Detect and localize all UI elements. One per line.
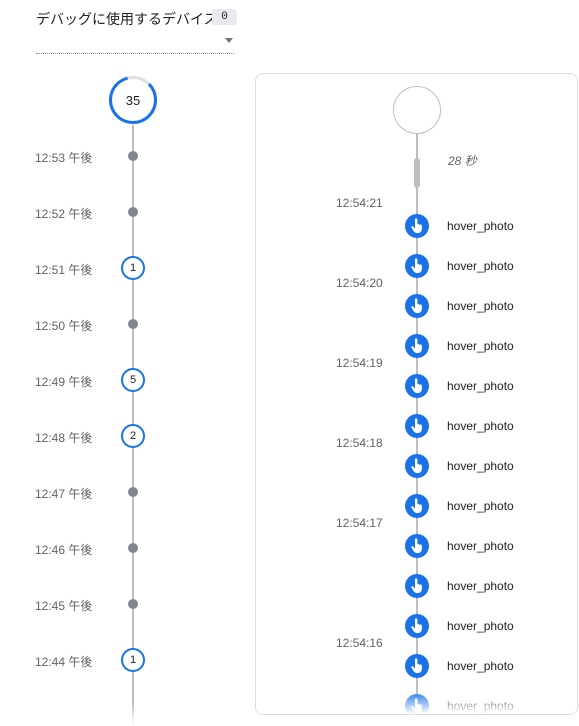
timeline-count-marker[interactable]: 5	[121, 368, 145, 392]
event-name-label[interactable]: hover_photo	[447, 619, 514, 633]
touch-hand-icon[interactable]	[405, 574, 429, 598]
time-gap-bar	[414, 158, 420, 188]
timeline-empty-dot[interactable]	[128, 487, 138, 497]
timeline-empty-dot[interactable]	[128, 543, 138, 553]
dropdown-underline	[36, 53, 234, 54]
event-timestamp: 12:54:19	[336, 356, 383, 370]
event-name-label[interactable]: hover_photo	[447, 339, 514, 353]
timeline-count-marker[interactable]: 1	[121, 648, 145, 672]
debug-device-label: デバッグに使用するデバイス	[36, 11, 218, 27]
timeline-empty-dot[interactable]	[128, 207, 138, 217]
timeline-time-label: 12:51 午後	[35, 263, 93, 277]
timeline-count-marker[interactable]: 2	[121, 424, 145, 448]
touch-hand-icon[interactable]	[405, 614, 429, 638]
timeline-empty-dot[interactable]	[128, 599, 138, 609]
event-name-label[interactable]: hover_photo	[447, 459, 514, 473]
event-name-label[interactable]: hover_photo	[447, 419, 514, 433]
touch-hand-icon[interactable]	[405, 294, 429, 318]
stream-start-circle	[393, 86, 441, 134]
timeline-fade	[0, 700, 250, 726]
chevron-down-icon[interactable]	[225, 38, 233, 43]
event-name-label[interactable]: hover_photo	[447, 499, 514, 513]
touch-hand-icon[interactable]	[405, 214, 429, 238]
touch-hand-icon[interactable]	[405, 454, 429, 478]
timeline-time-label: 12:50 午後	[35, 319, 93, 333]
timeline-time-label: 12:46 午後	[35, 543, 93, 557]
timeline-time-label: 12:49 午後	[35, 375, 93, 389]
timeline-count-marker[interactable]: 1	[121, 256, 145, 280]
timeline-time-label: 12:53 午後	[35, 151, 93, 165]
event-name-label[interactable]: hover_photo	[447, 219, 514, 233]
touch-hand-icon[interactable]	[405, 414, 429, 438]
event-stream-panel: 28 秒 12:54:21 12:54:20 12:54:19 12:54:18 12:…	[255, 73, 578, 715]
total-events-circle[interactable]: 35	[108, 75, 158, 125]
device-dropdown[interactable]	[36, 30, 234, 54]
event-name-label[interactable]: hover_photo	[447, 579, 514, 593]
timeline-time-label: 12:44 午後	[35, 655, 93, 669]
time-gap-label: 28 秒	[448, 154, 477, 168]
event-timestamp: 12:54:18	[336, 436, 383, 450]
event-name-label[interactable]: hover_photo	[447, 379, 514, 393]
timeline-time-label: 12:45 午後	[35, 599, 93, 613]
timeline-time-label: 12:47 午後	[35, 487, 93, 501]
touch-hand-icon[interactable]	[405, 254, 429, 278]
touch-hand-icon[interactable]	[405, 494, 429, 518]
event-name-label[interactable]: hover_photo	[447, 659, 514, 673]
panel-fade	[256, 690, 577, 714]
event-timestamp: 12:54:21	[336, 196, 383, 210]
device-count-badge: 0	[212, 9, 237, 25]
touch-hand-icon[interactable]	[405, 374, 429, 398]
touch-hand-icon[interactable]	[405, 534, 429, 558]
timeline-empty-dot[interactable]	[128, 319, 138, 329]
touch-hand-icon[interactable]	[405, 654, 429, 678]
timeline-time-label: 12:52 午後	[35, 207, 93, 221]
timeline-empty-dot[interactable]	[128, 151, 138, 161]
event-name-label[interactable]: hover_photo	[447, 539, 514, 553]
event-timestamp: 12:54:16	[336, 636, 383, 650]
event-name-label[interactable]: hover_photo	[447, 299, 514, 313]
total-events-count: 35	[125, 92, 141, 108]
event-timestamp: 12:54:17	[336, 516, 383, 530]
timeline-time-label: 12:48 午後	[35, 431, 93, 445]
event-name-label[interactable]: hover_photo	[447, 259, 514, 273]
event-timestamp: 12:54:20	[336, 276, 383, 290]
touch-hand-icon[interactable]	[405, 334, 429, 358]
